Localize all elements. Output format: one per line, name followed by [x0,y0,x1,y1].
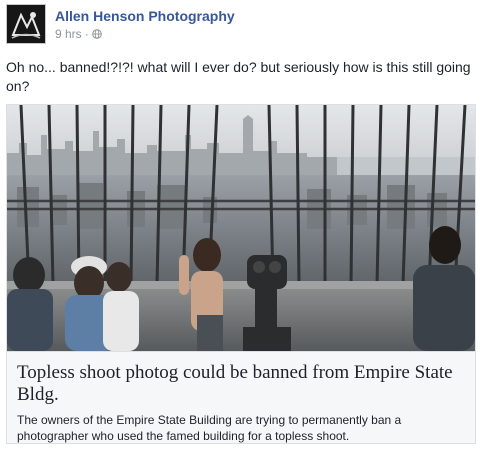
author-name-link[interactable]: Allen Henson Photography [55,7,235,25]
post-header: Allen Henson Photography 9 hrs · [6,4,235,48]
meta-separator: · [84,27,89,41]
facebook-post: Allen Henson Photography 9 hrs · Oh no..… [0,0,484,449]
link-preview-card[interactable]: Topless shoot photog could be banned fro… [6,104,476,444]
avatar[interactable] [6,4,46,44]
post-timestamp[interactable]: 9 hrs [55,26,82,42]
globe-icon[interactable] [91,29,102,39]
post-meta: Allen Henson Photography 9 hrs · [55,7,235,42]
link-preview-body[interactable]: Topless shoot photog could be banned fro… [7,351,475,443]
post-time-row: 9 hrs · [55,26,235,42]
link-description: The owners of the Empire State Building … [17,413,402,443]
post-message: Oh no... banned!?!?! what will I ever do… [6,59,471,94]
empire-state-observation-deck-photo [7,105,475,351]
link-headline[interactable]: Topless shoot photog could be banned fro… [17,362,465,406]
link-preview-image[interactable] [7,105,475,351]
avatar-logo-icon [7,5,45,43]
